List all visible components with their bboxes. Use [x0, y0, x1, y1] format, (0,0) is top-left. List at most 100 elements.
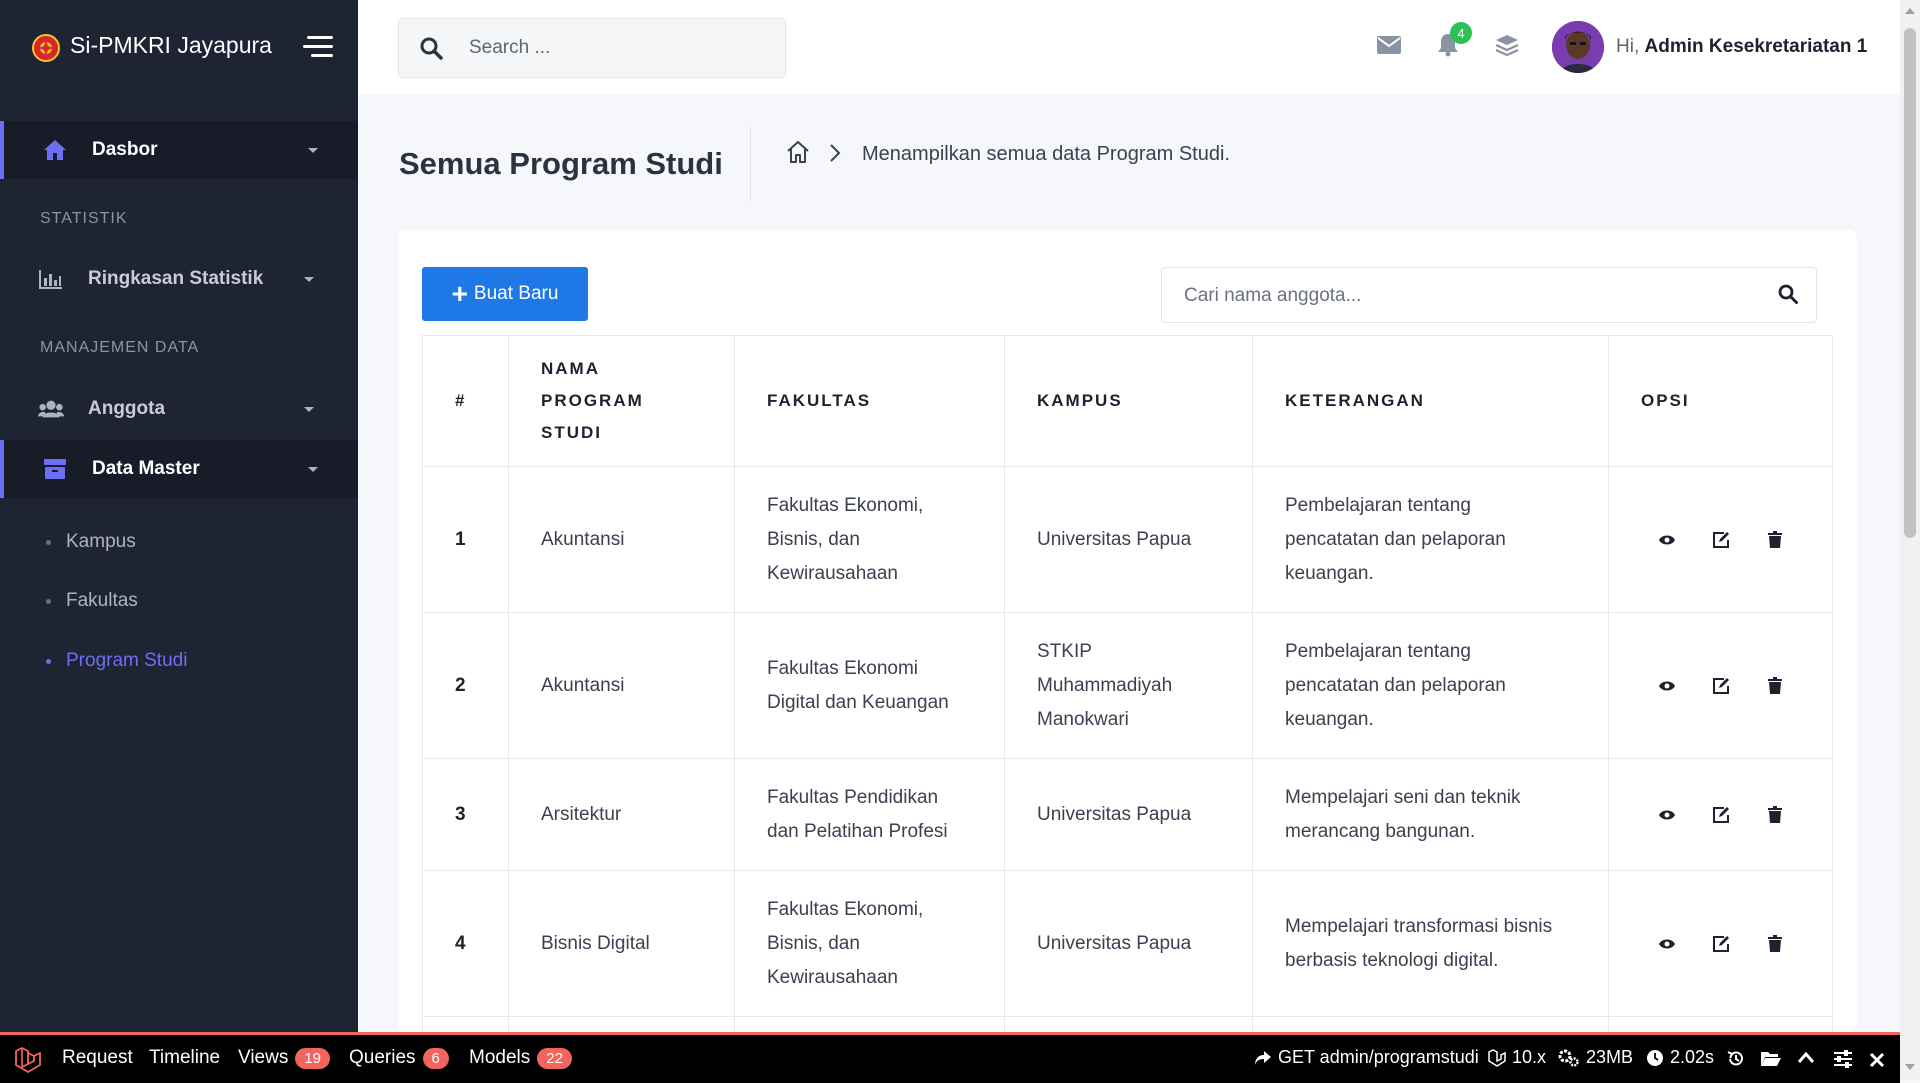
page-title: Semua Program Studi — [399, 146, 723, 181]
edit-icon[interactable] — [1711, 530, 1731, 550]
avatar[interactable] — [1552, 21, 1604, 73]
trash-icon[interactable] — [1765, 934, 1785, 954]
sidebar-item-label: Data Master — [92, 458, 200, 479]
search-icon — [420, 37, 443, 60]
eye-icon[interactable] — [1657, 676, 1677, 696]
column-header[interactable]: # — [422, 335, 509, 467]
archive-icon — [42, 458, 68, 480]
sidebar-subitem-fakultas[interactable]: Fakultas — [46, 590, 138, 612]
trash-icon[interactable] — [1765, 805, 1785, 825]
cogs-icon — [1558, 1049, 1579, 1067]
section-title-statistik: STATISTIK — [40, 210, 128, 227]
table-header-row: # NAMA PROGRAM STUDI FAKULTAS KAMPUS KET… — [422, 335, 1833, 467]
debugbar-version: 10.x — [1488, 1047, 1546, 1068]
cell-keterangan: Mempelajari transformasi bisnis berbasis… — [1252, 870, 1609, 1017]
sidebar-subitem-kampus[interactable]: Kampus — [46, 531, 136, 553]
eye-icon[interactable] — [1657, 805, 1677, 825]
column-header[interactable]: NAMA PROGRAM STUDI — [508, 335, 735, 467]
chart-bar-icon — [38, 268, 64, 290]
laravel-small-icon — [1488, 1048, 1506, 1067]
count-badge: 6 — [422, 1047, 449, 1069]
debugbar: Request Timeline Views 19 Queries 6 Mode… — [0, 1032, 1900, 1083]
sidebar-item-data-master[interactable]: Data Master — [0, 440, 358, 498]
sidebar-item-anggota[interactable]: Anggota — [0, 380, 358, 438]
bullet-icon — [46, 598, 51, 604]
sidebar-toggle-button[interactable] — [303, 36, 333, 60]
cell-number: 1 — [422, 466, 509, 613]
debugbar-tab-timeline[interactable]: Timeline — [149, 1047, 220, 1069]
column-header: OPSI — [1608, 335, 1833, 467]
table-row: 4 Bisnis Digital Fakultas Ekonomi, Bisni… — [422, 870, 1833, 1017]
app-title: Si-PMKRI Jayapura — [70, 32, 272, 58]
scrollbar-thumb[interactable] — [1904, 28, 1916, 538]
chevron-up-icon[interactable] — [1797, 1051, 1815, 1065]
bullet-icon — [46, 658, 51, 664]
sidebar-subitem-program-studi[interactable]: Program Studi — [46, 650, 187, 672]
debugbar-tab-request[interactable]: Request — [62, 1047, 133, 1069]
brand: Si-PMKRI Jayapura — [0, 0, 358, 94]
edit-icon[interactable] — [1711, 934, 1731, 954]
global-search[interactable] — [398, 18, 786, 78]
topbar: 4 Hi, Admin Kesekretariatan 1 — [358, 0, 1900, 94]
scrollbar[interactable] — [1900, 0, 1920, 1080]
sidebar: Si-PMKRI Jayapura Dasbor STATISTIK Ringk… — [0, 0, 358, 1032]
sidebar-subitem-label: Kampus — [66, 531, 136, 552]
sidebar-item-label: Ringkasan Statistik — [88, 268, 264, 289]
debugbar-time: 2.02s — [1646, 1047, 1714, 1068]
debugbar-tab-models[interactable]: Models 22 — [469, 1047, 572, 1069]
user-name: Admin Kesekretariatan 1 — [1644, 36, 1868, 57]
sidebar-item-dasbor[interactable]: Dasbor — [0, 121, 358, 179]
table-search[interactable] — [1161, 267, 1817, 323]
user-greeting[interactable]: Hi, Admin Kesekretariatan 1 — [1616, 36, 1867, 58]
cell-kampus: Universitas Papua — [1004, 758, 1253, 871]
home-icon[interactable] — [785, 139, 811, 165]
eye-icon[interactable] — [1657, 934, 1677, 954]
column-header[interactable]: KETERANGAN — [1252, 335, 1609, 467]
close-icon[interactable] — [1869, 1052, 1885, 1068]
sidebar-item-ringkasan-statistik[interactable]: Ringkasan Statistik — [0, 250, 358, 308]
greeting-text: Hi, — [1616, 36, 1640, 57]
global-search-input[interactable] — [467, 33, 771, 63]
trash-icon[interactable] — [1765, 676, 1785, 696]
cell-nama: Akuntansi — [508, 466, 735, 613]
cell-number: 3 — [422, 758, 509, 871]
notification-badge: 4 — [1450, 22, 1472, 44]
laravel-logo-icon[interactable] — [14, 1047, 42, 1073]
cell-fakultas: Fakultas Pendidikan dan Pelatihan Profes… — [734, 758, 1005, 871]
debugbar-route[interactable]: GET admin/programstudi — [1254, 1047, 1479, 1068]
debugbar-tab-queries[interactable]: Queries 6 — [349, 1047, 449, 1069]
history-icon[interactable] — [1726, 1049, 1746, 1069]
create-new-label: Buat Baru — [473, 283, 559, 304]
table-search-input[interactable] — [1182, 282, 1746, 310]
cell-keterangan: Pembelajaran tentang pencatatan dan pela… — [1252, 466, 1609, 613]
trash-icon[interactable] — [1765, 530, 1785, 550]
chevron-down-icon — [308, 147, 318, 153]
share-icon — [1255, 1050, 1271, 1065]
folder-open-icon[interactable] — [1760, 1050, 1782, 1068]
scroll-up-arrow-icon[interactable] — [1905, 8, 1915, 14]
column-header[interactable]: KAMPUS — [1004, 335, 1253, 467]
count-badge: 19 — [295, 1047, 331, 1069]
sliders-icon[interactable] — [1833, 1049, 1853, 1069]
table-row: 1 Akuntansi Fakultas Ekonomi, Bisnis, da… — [422, 466, 1833, 613]
edit-icon[interactable] — [1711, 805, 1731, 825]
users-icon — [38, 398, 64, 420]
scroll-down-arrow-icon[interactable] — [1905, 1064, 1915, 1070]
debugbar-tab-views[interactable]: Views 19 — [238, 1047, 331, 1069]
cell-number: 2 — [422, 612, 509, 759]
title-divider — [750, 126, 751, 202]
create-new-button[interactable]: + Buat Baru — [422, 267, 588, 321]
pmkri-logo-icon — [32, 34, 60, 62]
table-row: 3 Arsitektur Fakultas Pendidikan dan Pel… — [422, 758, 1833, 871]
debugbar-tab-label: Queries — [349, 1047, 416, 1068]
cell-nama: Bisnis Digital — [508, 870, 735, 1017]
edit-icon[interactable] — [1711, 676, 1731, 696]
search-icon[interactable] — [1778, 284, 1798, 304]
layers-icon[interactable] — [1494, 32, 1520, 58]
eye-icon[interactable] — [1657, 530, 1677, 550]
chevron-down-icon — [304, 276, 314, 282]
mail-icon[interactable] — [1376, 32, 1402, 58]
sidebar-subitem-label: Fakultas — [66, 590, 138, 611]
section-title-manajemen-data: MANAJEMEN DATA — [40, 339, 200, 356]
column-header[interactable]: FAKULTAS — [734, 335, 1005, 467]
